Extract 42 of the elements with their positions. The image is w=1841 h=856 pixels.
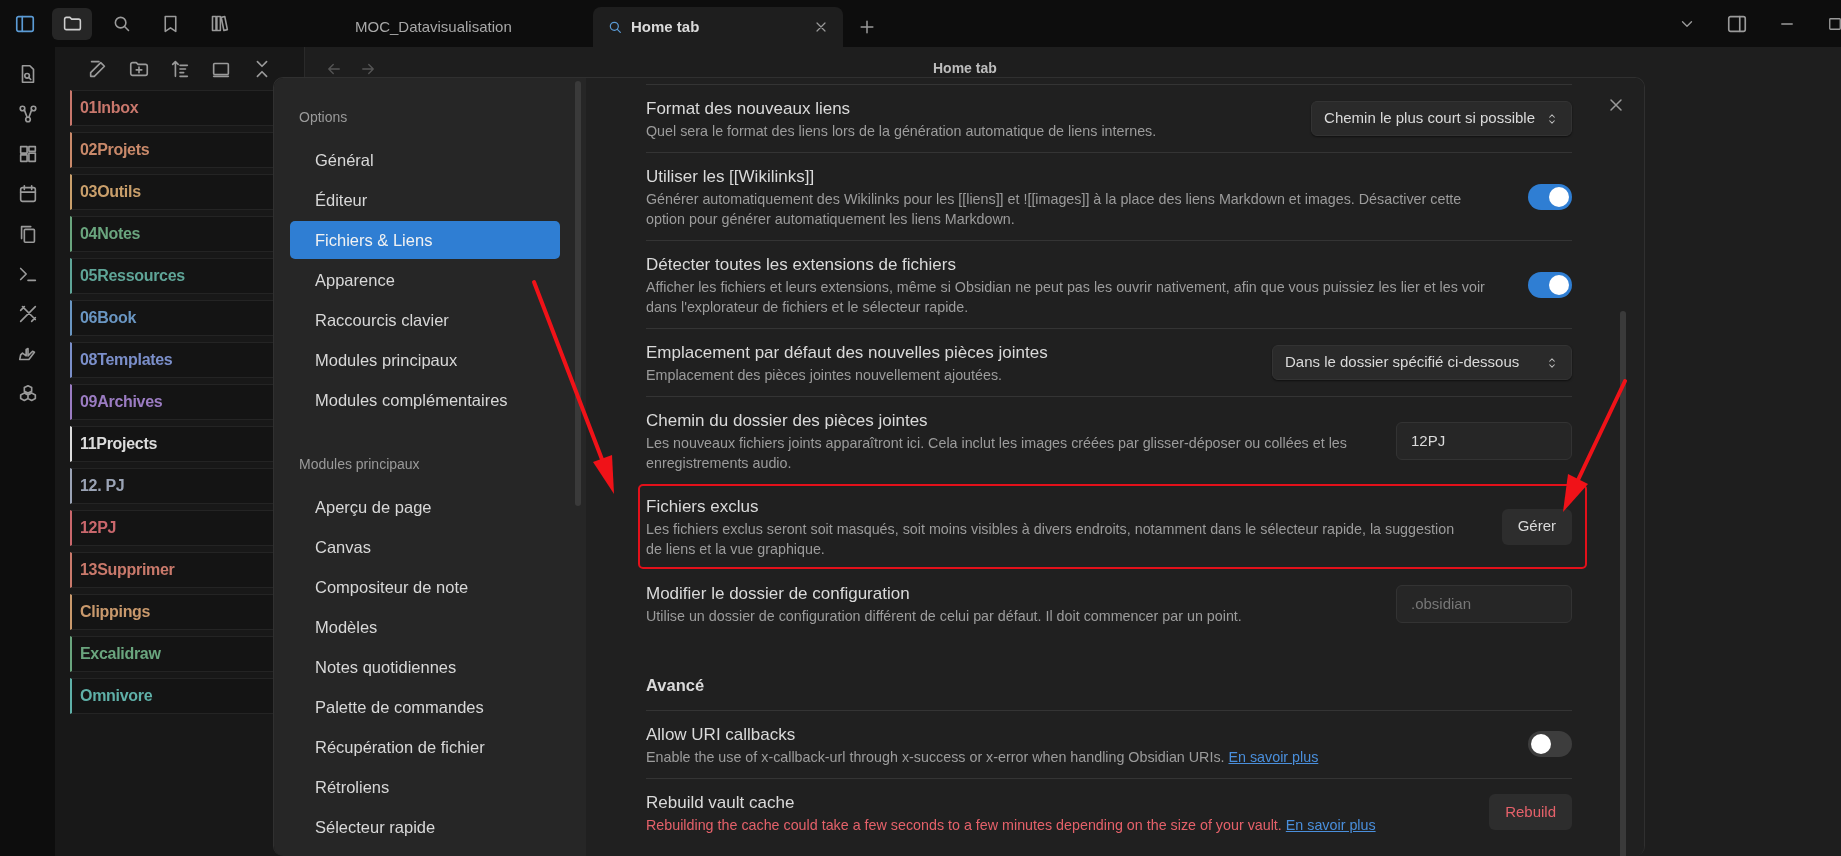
learn-more-link[interactable]: En savoir plus <box>1228 748 1319 765</box>
nav-item[interactable]: Rétroliens <box>290 768 560 806</box>
dropdown[interactable]: Dans le dossier spécifié ci-dessous <box>1272 345 1572 380</box>
toggle-switch[interactable] <box>1528 183 1572 210</box>
setting-description: Emplacement des pièces jointes nouvellement ajoutées. <box>646 366 1004 385</box>
setting-title: Utiliser les [[Wikilinks]] <box>646 166 816 188</box>
setting-description: Enable the use of x-callback-url through x-success or x-error when handling Obsidian URIs. En savoir plus <box>646 747 1320 767</box>
dropdown[interactable]: Chemin le plus court si possible <box>1311 101 1572 136</box>
action-button[interactable]: Gérer <box>1501 508 1572 545</box>
setting-description: Les nouveaux fichiers joints apparaîtront ici. Cela inclut les images créées par glisser-déposer ou collées et les enregistrements audio. <box>646 434 1348 473</box>
setting-description: Les fichiers exclus seront soit masqués, soit moins visibles à divers endroits, notamment dans le sélecteur rapide, la suggestion de liens et la vue graphique. <box>646 520 1456 559</box>
toggle-switch[interactable] <box>1528 271 1572 298</box>
setting-title: Rebuild vault cache <box>646 791 796 814</box>
setting-title: Allow URI callbacks <box>646 723 797 746</box>
nav-item[interactable]: Fichiers & Liens <box>290 221 560 259</box>
setting-title: Fichiers exclus <box>646 496 760 518</box>
setting-description: Quel sera le format des liens lors de la génération automatique de liens internes. <box>646 122 1158 141</box>
tab[interactable]: Home tab <box>593 7 843 47</box>
nav-item[interactable]: Récupération de fichier <box>290 728 560 766</box>
files-tab-button[interactable] <box>52 7 92 40</box>
learn-more-link[interactable]: En savoir plus <box>1285 816 1376 833</box>
graph-icon[interactable] <box>16 103 39 125</box>
setting-description: Afficher les fichiers et leurs extensions, même si Obsidian ne peut pas les ouvrir nativement, afin que vous puissiez les lier et les voir dans l'explorateur de fichiers et le sélecteur rapide. <box>646 278 1486 317</box>
nav-item[interactable]: Sélecteur rapide <box>290 808 560 846</box>
setting-title: Emplacement par défaut des nouvelles pièces jointes <box>646 342 1049 364</box>
scrollbar[interactable] <box>1620 311 1626 856</box>
text-field[interactable]: 12PJ <box>1396 421 1572 460</box>
setting-title: Détecter toutes les extensions de fichiers <box>646 254 957 276</box>
action-button[interactable]: Rebuild <box>1489 794 1572 831</box>
view-title: Home tab <box>933 59 997 78</box>
scrollbar[interactable] <box>575 81 581 506</box>
toggle-switch[interactable] <box>1528 731 1572 758</box>
section-heading: Avancé <box>646 675 706 696</box>
setting-title: Format des nouveaux liens <box>646 98 852 120</box>
search-icon <box>607 19 623 35</box>
setting-description: Générer automatiquement des Wikilinks pour les [[liens]] et ![[images]] à la place des liens Markdown et images. Désactiver cette option pour générer automatiquement les liens Markdown. <box>646 190 1463 229</box>
tab[interactable]: MOC_Datavisualisation <box>305 7 593 47</box>
setting-title: Chemin du dossier des pièces jointes <box>646 410 929 432</box>
setting-description: Rebuilding the cache could take a few seconds to a few minutes depending on the size of your vault. En savoir plus <box>646 815 1377 835</box>
text-field[interactable]: .obsidian <box>1396 584 1572 623</box>
setting-description: Utilise un dossier de configuration différent de celui par défaut. Il doit commencer par un point. <box>646 607 1243 626</box>
setting-title: Modifier le dossier de configuration <box>646 583 911 605</box>
